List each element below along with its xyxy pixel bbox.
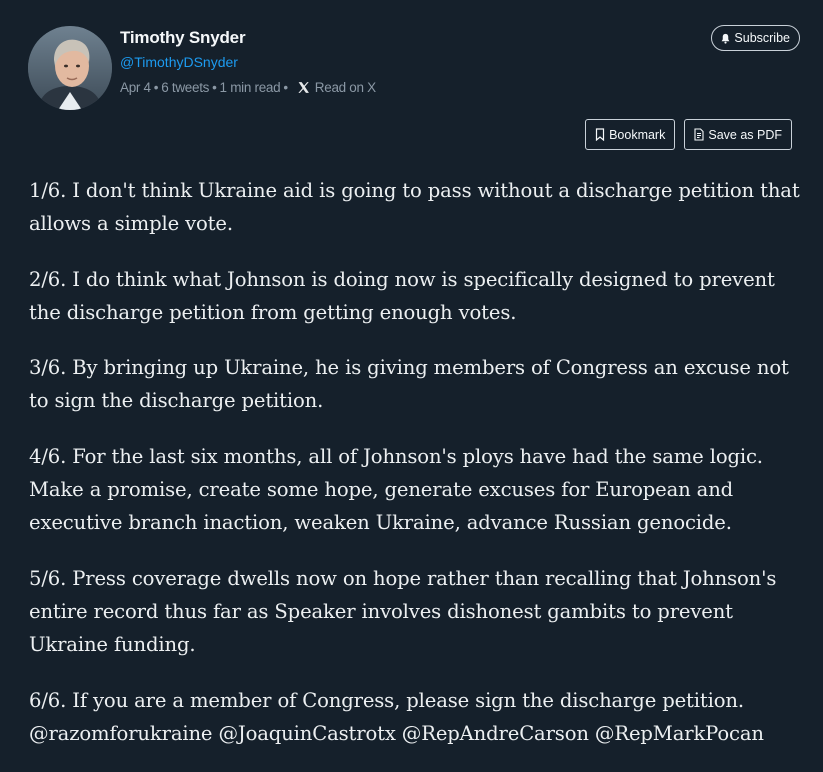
thread-actions: Bookmark Save as PDF [585,119,792,150]
tweet-count: 6 tweets [161,80,210,95]
tweet-text: 2/6. I do think what Johnson is doing no… [29,267,775,324]
tweet-text: 1/6. I don't think Ukraine aid is going … [29,179,800,236]
save-pdf-label: Save as PDF [708,127,782,142]
pdf-icon [694,128,704,141]
subscribe-label: Subscribe [734,31,790,45]
bookmark-label: Bookmark [609,127,666,142]
meta-separator: • [212,80,217,95]
thread-body: 1/6. I don't think Ukraine aid is going … [29,174,804,772]
post-date: Apr 4 [120,80,151,95]
x-logo-icon[interactable] [297,81,310,94]
tweet-text: 4/6. For the last six months, all of Joh… [29,444,763,535]
read-on-x-link[interactable]: Read on X [315,80,376,95]
tweet-text: 6/6. If you are a member of Congress, pl… [29,688,764,745]
meta-separator: • [283,80,288,95]
bookmark-button[interactable]: Bookmark [585,119,676,150]
tweet-text: 3/6. By bringing up Ukraine, he is givin… [29,356,789,413]
bookmark-icon [595,128,605,141]
bell-icon [722,33,730,44]
save-pdf-button[interactable]: Save as PDF [684,119,792,150]
thread-meta: Apr 4 • 6 tweets • 1 min read • Read on … [120,80,376,95]
author-handle[interactable]: @TimothyDSnyder [120,54,238,70]
meta-separator: • [153,80,159,95]
thread-header: Timothy Snyder @TimothyDSnyder Apr 4 • 6… [28,24,800,114]
subscribe-button[interactable]: Subscribe [711,25,800,51]
tweet-text: 5/6. Press coverage dwells now on hope r… [29,566,777,657]
avatar[interactable] [28,26,112,110]
read-time: 1 min read [219,80,281,95]
author-name[interactable]: Timothy Snyder [120,28,246,48]
